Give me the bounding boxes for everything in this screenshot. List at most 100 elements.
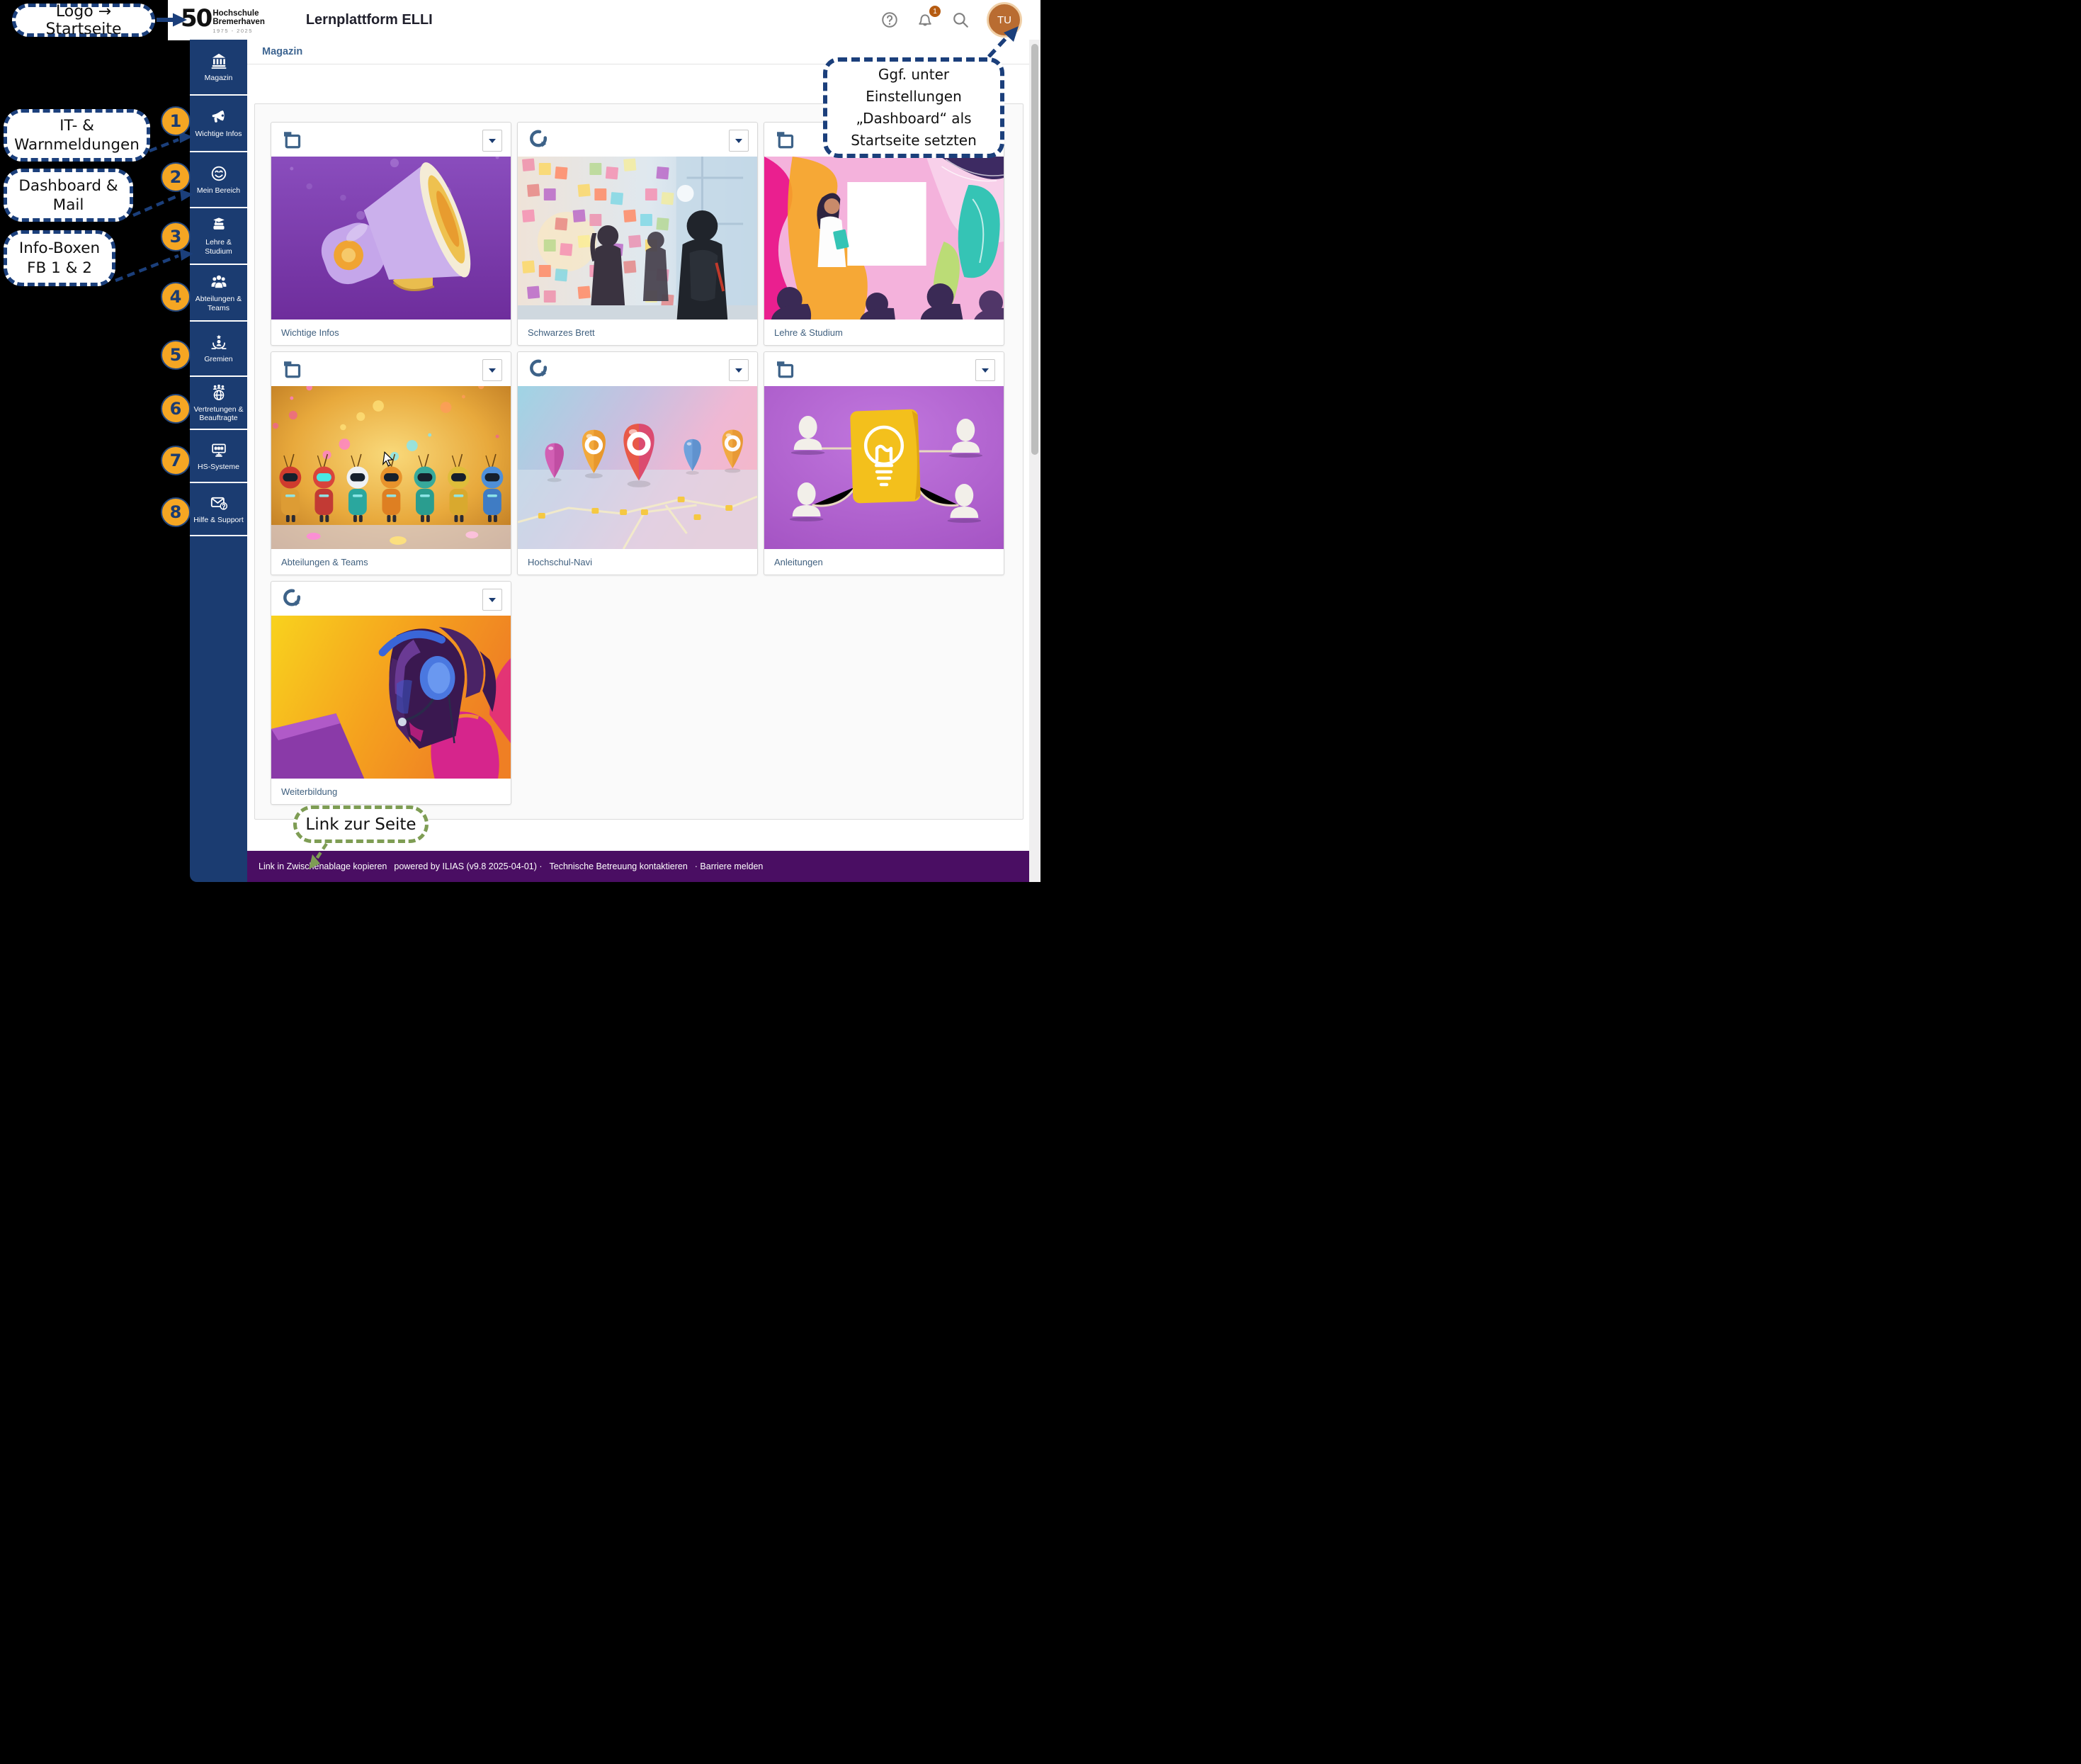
chevron-down-icon xyxy=(735,368,742,373)
sidebar-item-label: Mein Bereich xyxy=(197,186,240,196)
annotation-number-6: 6 xyxy=(161,394,191,424)
callout-link-zur-seite: Link zur Seite xyxy=(293,805,429,843)
chevron-down-icon xyxy=(489,139,496,143)
card-abteilungen-teams[interactable]: Abteilungen & Teams xyxy=(271,351,511,575)
card-header xyxy=(271,352,511,386)
card-wichtige-infos[interactable]: Wichtige Infos xyxy=(271,122,511,346)
sidebar-item-magazin[interactable]: Magazin xyxy=(190,40,247,96)
callout-it-warnmeldungen: IT- &Warnmeldungen xyxy=(4,109,150,162)
sidebar-item-label: Magazin xyxy=(205,74,233,83)
sidebar-item-label: Gremien xyxy=(204,355,232,364)
callout-settings-dashboard: Ggf. unterEinstellungen„Dashboard“ alsSt… xyxy=(823,57,1004,158)
mail-question-icon xyxy=(210,494,228,512)
search-icon[interactable] xyxy=(951,11,970,29)
logo-name-line1: Hochschule xyxy=(212,9,265,18)
callout-line: Dashboard & xyxy=(18,176,118,196)
lightbulb-illustration xyxy=(764,386,1004,549)
robots-illustration xyxy=(271,386,511,549)
link-icon xyxy=(281,588,302,609)
page: 50 Hochschule Bremerhaven 1975 - 2025 Le… xyxy=(0,0,1040,882)
folder-icon xyxy=(774,358,795,380)
sidebar-item-vertretungen-beauftragte[interactable]: Vertretungen & Beauftragte xyxy=(190,377,247,430)
card-grid: Wichtige Infos Schwarzes Brett Lehre & S… xyxy=(271,122,1004,805)
scrollbar-thumb[interactable] xyxy=(1031,44,1038,455)
card-title[interactable]: Wichtige Infos xyxy=(271,320,511,338)
card-title[interactable]: Schwarzes Brett xyxy=(518,320,757,338)
sidebar-item-gremien[interactable]: Gremien xyxy=(190,322,247,377)
sidebar-item-hs-systeme[interactable]: HS-Systeme xyxy=(190,430,247,483)
card-title[interactable]: Hochschul-Navi xyxy=(518,549,757,567)
help-icon[interactable] xyxy=(880,11,899,29)
chevron-down-icon xyxy=(735,139,742,143)
card-title[interactable]: Anleitungen xyxy=(764,549,1004,567)
card-schwarzes-brett[interactable]: Schwarzes Brett xyxy=(517,122,758,346)
sidebar-item-wichtige-infos[interactable]: Wichtige Infos xyxy=(190,96,247,152)
card-title[interactable]: Abteilungen & Teams xyxy=(271,549,511,567)
annotation-number-3: 3 xyxy=(161,222,191,251)
footer-link[interactable]: Link in Zwischenablage kopieren xyxy=(259,861,387,871)
card-title[interactable]: Weiterbildung xyxy=(271,779,511,797)
card-hochschul-navi[interactable]: Hochschul-Navi xyxy=(517,351,758,575)
link-icon xyxy=(528,129,549,150)
books-icon xyxy=(210,216,228,234)
sidebar-item-hilfe-support[interactable]: Hilfe & Support xyxy=(190,483,247,536)
sidebar-item-label: Vertretungen & Beauftragte xyxy=(191,405,246,423)
footer-link[interactable]: Technische Betreuung kontaktieren xyxy=(550,861,688,871)
card-actions-dropdown[interactable] xyxy=(482,359,502,381)
megaphone-icon xyxy=(210,108,228,126)
card-weiterbildung[interactable]: Weiterbildung xyxy=(271,581,511,805)
callout-line: Ggf. unter xyxy=(878,64,949,86)
sidebar-item-label: Wichtige Infos xyxy=(195,130,242,139)
headphones-illustration xyxy=(271,616,511,779)
avatar[interactable]: TU xyxy=(987,2,1022,38)
footer-link[interactable]: · Barriere melden xyxy=(695,861,764,871)
card-actions-dropdown[interactable] xyxy=(729,130,749,152)
app-header: 50 Hochschule Bremerhaven 1975 - 2025 Le… xyxy=(168,0,1040,40)
card-actions-dropdown[interactable] xyxy=(729,359,749,381)
sidebar-item-label: HS-Systeme xyxy=(198,463,239,472)
sidebar: Magazin Wichtige Infos Mein Bereich Lehr… xyxy=(190,40,247,882)
sidebar-item-mein-bereich[interactable]: Mein Bereich xyxy=(190,152,247,208)
sidebar-item-abteilungen-teams[interactable]: Abteilungen & Teams xyxy=(190,265,247,322)
sidebar-item-lehre-studium[interactable]: Lehre & Studium xyxy=(190,208,247,265)
notifications-bell-icon[interactable]: 1 xyxy=(916,11,934,29)
card-header xyxy=(271,582,511,616)
scrollbar[interactable] xyxy=(1029,40,1040,882)
card-anleitungen[interactable]: Anleitungen xyxy=(764,351,1004,575)
logo-50: 50 xyxy=(181,6,211,30)
callout-logo-startseite: Logo → Startseite xyxy=(12,4,155,37)
card-actions-dropdown[interactable] xyxy=(975,359,995,381)
breadcrumb[interactable]: Magazin xyxy=(262,46,302,57)
chevron-down-icon xyxy=(489,598,496,602)
header-actions: 1 TU xyxy=(880,2,1022,38)
card-header xyxy=(764,352,1004,386)
callout-dashboard-mail: Dashboard &Mail xyxy=(4,169,133,222)
folder-icon xyxy=(281,129,302,150)
card-title[interactable]: Lehre & Studium xyxy=(764,320,1004,338)
sidebar-item-label: Abteilungen & Teams xyxy=(191,295,246,312)
annotation-number-4: 4 xyxy=(161,282,191,312)
annotation-number-8: 8 xyxy=(161,497,191,527)
callout-line: „Dashboard“ als xyxy=(856,108,971,130)
university-logo[interactable]: 50 Hochschule Bremerhaven 1975 - 2025 xyxy=(181,6,265,34)
chevron-down-icon xyxy=(489,368,496,373)
card-actions-dropdown[interactable] xyxy=(482,589,502,611)
annotation-number-5: 5 xyxy=(161,340,191,370)
chevron-down-icon xyxy=(982,368,989,373)
card-actions-dropdown[interactable] xyxy=(482,130,502,152)
callout-line: Einstellungen xyxy=(866,86,962,108)
logo-years: 1975 - 2025 xyxy=(212,28,265,34)
annotation-number-2: 2 xyxy=(161,162,191,192)
callout-line: IT- & xyxy=(59,116,94,135)
committee-icon xyxy=(210,333,228,351)
monitor-icon xyxy=(210,441,228,459)
sticky-notes-photo xyxy=(518,157,757,320)
callout-line: Mail xyxy=(53,196,84,215)
bank-icon xyxy=(210,52,228,70)
sidebar-item-label: Lehre & Studium xyxy=(191,238,246,256)
annotation-number-7: 7 xyxy=(161,446,191,475)
sidebar-item-label: Hilfe & Support xyxy=(193,516,244,525)
folder-icon xyxy=(774,129,795,150)
people-group-icon xyxy=(210,273,228,291)
map-pins-illustration xyxy=(518,386,757,549)
